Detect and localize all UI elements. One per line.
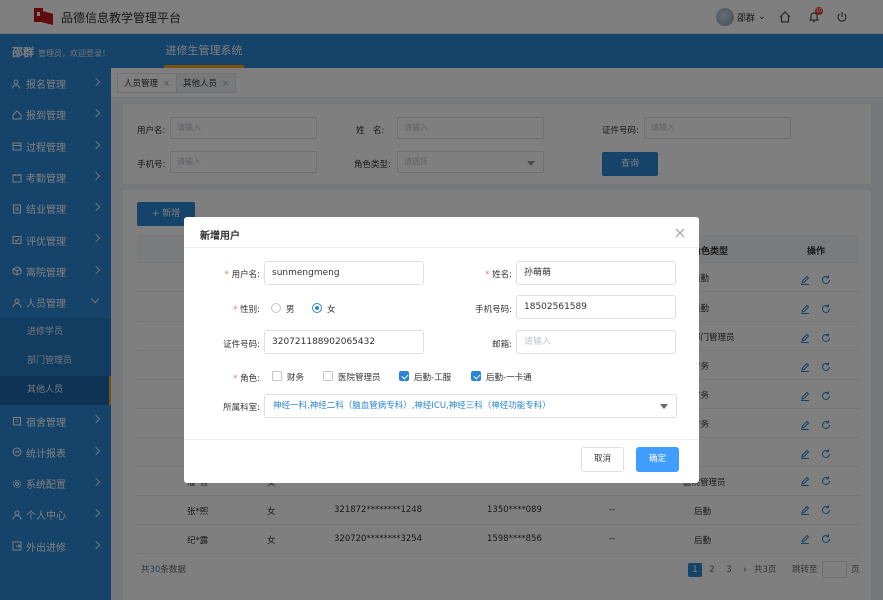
gender-label: * 性别: xyxy=(233,305,260,315)
close-icon[interactable] xyxy=(675,228,685,238)
phone-label: 手机号码: xyxy=(475,305,512,315)
id-number-input[interactable]: 320721188902065432 xyxy=(264,330,424,354)
cancel-button[interactable]: 取消 xyxy=(581,447,624,472)
gender-male-radio[interactable] xyxy=(271,303,281,313)
department-label: 所属科室: xyxy=(223,403,260,413)
role-logistics-card-checkbox[interactable] xyxy=(471,371,481,381)
username-input[interactable]: sunmengmeng xyxy=(264,261,424,285)
dialog-footer-divider xyxy=(184,439,699,440)
gender-male-label[interactable]: 男 xyxy=(286,303,295,315)
dialog-title: 新增用户 xyxy=(200,231,240,242)
role-finance-checkbox[interactable] xyxy=(272,371,282,381)
role-finance-label[interactable]: 财务 xyxy=(287,371,304,383)
name-label: * 姓名: xyxy=(485,270,512,280)
department-select[interactable]: 神经一科,神经二科（脑血管病专科）,神经ICU,神经三科（神经功能专科） xyxy=(264,394,677,418)
role-logistics-uniform-checkbox[interactable] xyxy=(399,371,409,381)
username-label: * 用户名: xyxy=(224,270,260,280)
phone-input[interactable]: 18502561589 xyxy=(516,295,676,319)
gender-female-radio[interactable] xyxy=(312,303,322,313)
role-hospital-admin-checkbox[interactable] xyxy=(323,371,333,381)
chevron-down-icon xyxy=(660,404,668,409)
email-label: 邮箱: xyxy=(492,340,512,350)
name-input[interactable]: 孙萌萌 xyxy=(516,261,676,285)
role-logistics-card-label[interactable]: 后勤-一卡通 xyxy=(486,371,532,383)
dialog-header: 新增用户 xyxy=(184,217,699,248)
role-hospital-admin-label[interactable]: 医院管理员 xyxy=(338,371,381,383)
role-logistics-uniform-label[interactable]: 后勤-工服 xyxy=(414,371,451,383)
email-input[interactable]: 请输入 xyxy=(516,330,676,354)
id-number-label: 证件号码: xyxy=(223,340,260,350)
gender-female-label[interactable]: 女 xyxy=(327,303,336,315)
role-label: * 角色: xyxy=(233,374,260,384)
confirm-button[interactable]: 确定 xyxy=(636,447,679,472)
